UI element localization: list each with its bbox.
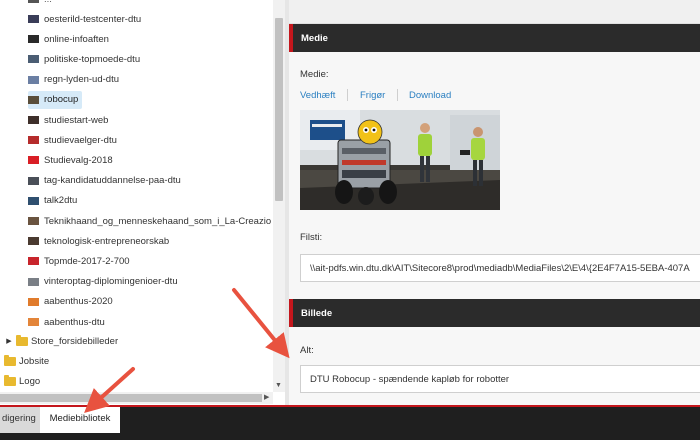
thumbnail-icon — [28, 176, 39, 185]
folder-icon — [4, 354, 16, 366]
thumbnail-icon — [28, 15, 39, 23]
media-preview-image[interactable] — [300, 110, 500, 210]
item-editor: Medie Medie: Vedhæft Frigør Download Fil… — [289, 0, 700, 405]
tree-item[interactable]: Teknikhaand_og_menneskehaand_som_i_La-Cr… — [28, 212, 271, 230]
thumbnail-icon — [28, 156, 39, 165]
tree-item[interactable]: aabenthus-dtu — [28, 313, 105, 331]
tree-item[interactable]: studievaelger-dtu — [28, 131, 117, 149]
tree-item-label: oesterild-testcenter-dtu — [44, 13, 142, 25]
divider — [397, 89, 398, 101]
tree-item[interactable]: regn-lyden-ud-dtu — [28, 71, 119, 89]
tree-root-logo[interactable]: Logo — [4, 372, 40, 390]
tree-item[interactable]: Topmde-2017-2-700 — [28, 252, 130, 270]
tree-item-label: talk2dtu — [44, 195, 78, 207]
thumbnail-icon — [28, 0, 39, 3]
tree-item-label: Logo — [19, 375, 41, 387]
alt-label: Alt: — [300, 345, 314, 356]
thumbnail-icon — [28, 196, 39, 205]
thumbnail-icon — [28, 257, 39, 266]
tree-root-jobsite[interactable]: Jobsite — [4, 352, 49, 370]
tree-item-label: Topmde-2017-2-700 — [44, 255, 130, 267]
tree-item-partial[interactable]: ... — [28, 0, 52, 8]
tree-item-label: politiske-topmoede-dtu — [44, 53, 141, 65]
tree-item[interactable]: oesterild-testcenter-dtu — [28, 10, 141, 28]
tree-vertical-scrollbar[interactable]: ▼ — [273, 0, 285, 392]
media-tree-panel: ... oesterild-testcenter-dtu online-infoa… — [0, 0, 285, 405]
triangle-right-icon[interactable]: ▶ — [4, 337, 14, 345]
thumbnail-icon — [28, 75, 39, 84]
bottom-tab-bar: digering Mediebibliotek — [0, 405, 700, 440]
thumbnail-icon — [28, 217, 39, 225]
tree-item-label: Studievalg-2018 — [44, 154, 113, 166]
thumbnail-icon — [28, 136, 39, 145]
section-header-billede[interactable]: Billede — [289, 299, 700, 327]
tree-item[interactable]: aabenthus-2020 — [28, 293, 113, 311]
tree-item-label: aabenthus-2020 — [44, 296, 113, 308]
thumbnail-icon — [28, 55, 39, 64]
tree-item-label: regn-lyden-ud-dtu — [44, 74, 119, 86]
tree-item-label: tag-kandidatuddannelse-paa-dtu — [44, 175, 181, 187]
scrollbar-thumb[interactable] — [275, 18, 283, 201]
thumbnail-icon — [28, 237, 39, 246]
section-title: Medie — [301, 33, 328, 44]
scrollbar-thumb[interactable] — [0, 394, 262, 402]
attach-link[interactable]: Vedhæft — [300, 90, 335, 101]
tree-item-label: online-infoaften — [44, 33, 109, 45]
top-strip — [289, 0, 700, 24]
thumbnail-icon — [28, 297, 39, 306]
file-path-field[interactable]: \\ait-pdfs.win.dtu.dk\AIT\Sitecore8\prod… — [300, 254, 700, 282]
download-link[interactable]: Download — [409, 90, 451, 101]
section-header-medie[interactable]: Medie — [289, 24, 700, 52]
robocup-photo — [300, 110, 500, 210]
thumbnail-icon — [28, 116, 39, 124]
media-field-label: Medie: — [300, 69, 329, 80]
tree-item[interactable]: Studievalg-2018 — [28, 151, 113, 169]
thumbnail-icon — [28, 318, 39, 326]
tree-item-label: robocup — [44, 94, 79, 106]
tree-item[interactable]: politiske-topmoede-dtu — [28, 50, 140, 68]
tree-item-label: Teknikhaand_og_menneskehaand_som_i_La-Cr… — [44, 215, 272, 227]
divider — [347, 89, 348, 101]
tree-item-label: vinteroptag-diplomingenioer-dtu — [44, 276, 178, 288]
tab-editing[interactable]: digering — [0, 407, 40, 433]
tree-item-label: ... — [44, 0, 52, 5]
folder-icon — [16, 334, 28, 346]
tree-item-label: studievaelger-dtu — [44, 134, 117, 146]
tree-item[interactable]: tag-kandidatuddannelse-paa-dtu — [28, 172, 181, 190]
tab-media-library[interactable]: Mediebibliotek — [40, 407, 120, 433]
section-title: Billede — [301, 308, 333, 319]
tree-root-store-forsidebilleder[interactable]: ▶ Store_forsidebilleder — [4, 332, 118, 350]
tree-item-label: aabenthus-dtu — [44, 316, 105, 328]
thumbnail-icon — [28, 35, 39, 44]
thumbnail-icon — [28, 277, 39, 286]
scroll-down-icon[interactable]: ▼ — [275, 382, 282, 389]
tree-item-label: studiestart-web — [44, 114, 109, 126]
scroll-right-icon[interactable]: ▶ — [264, 393, 269, 401]
tree-item[interactable]: studiestart-web — [28, 111, 108, 129]
detach-link[interactable]: Frigør — [360, 90, 385, 101]
alt-text-field[interactable]: DTU Robocup - spændende kapløb for robot… — [300, 365, 700, 393]
folder-icon — [4, 374, 16, 386]
tree-item[interactable]: online-infoaften — [28, 30, 109, 48]
thumbnail-icon — [28, 95, 39, 104]
tree-item-label: teknologisk-entrepreneorskab — [44, 235, 170, 247]
tree-item[interactable]: vinteroptag-diplomingenioer-dtu — [28, 273, 178, 291]
tree-item-label: Jobsite — [19, 355, 50, 367]
tree-item[interactable]: talk2dtu — [28, 192, 77, 210]
tree-item-label: Store_forsidebilleder — [31, 335, 119, 347]
tree-item[interactable]: teknologisk-entrepreneorskab — [28, 232, 169, 250]
tree-horizontal-scrollbar[interactable]: ▶ — [0, 392, 273, 404]
tree-item[interactable]: robocup — [28, 90, 83, 109]
file-path-label: Filsti: — [300, 232, 323, 243]
